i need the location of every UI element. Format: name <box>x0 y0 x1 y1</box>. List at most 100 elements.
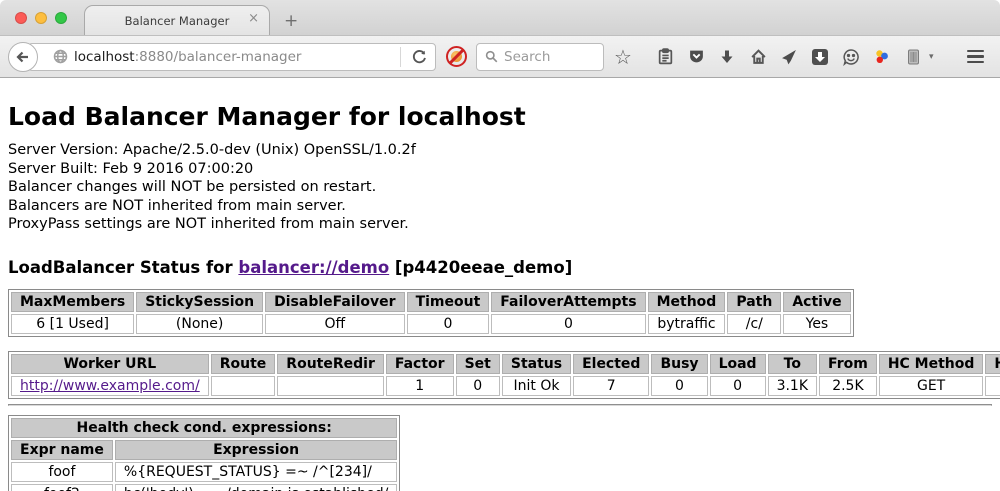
timeout-value: 0 <box>407 314 490 334</box>
expr-name-value: foof2 <box>11 484 113 491</box>
smiley-icon <box>842 48 860 66</box>
column-header: DisableFailover <box>265 292 404 312</box>
url-path: :8880/balancer-manager <box>135 49 302 65</box>
column-header: MaxMembers <box>11 292 134 312</box>
to-value: 3.1K <box>768 376 817 396</box>
colorful-dots-icon <box>873 48 891 66</box>
column-header: Factor <box>386 354 454 374</box>
route-value <box>211 376 276 396</box>
page-title: Load Balancer Manager for localhost <box>8 102 992 131</box>
expr-name-value: foof <box>11 462 113 482</box>
zoom-window-button[interactable] <box>55 12 67 24</box>
column-header: Timeout <box>407 292 490 312</box>
search-placeholder: Search <box>504 49 550 65</box>
server-version-line: Server Version: Apache/2.5.0-dev (Unix) … <box>8 141 992 160</box>
bookmark-star-button[interactable]: ☆ <box>611 45 635 69</box>
downloads-button[interactable] <box>715 45 739 69</box>
worker-status-table: Worker URL Route RouteRedir Factor Set S… <box>8 351 1000 399</box>
page-content: Load Balancer Manager for localhost Serv… <box>0 78 1000 491</box>
busy-value: 0 <box>651 376 707 396</box>
browser-window: Balancer Manager × + localhost:8880/bala… <box>0 0 1000 491</box>
tab-title: Balancer Manager <box>125 14 230 28</box>
balancer-demo-link[interactable]: balancer://demo <box>238 258 389 277</box>
active-value: Yes <box>783 314 850 334</box>
column-header: Busy <box>651 354 707 374</box>
worker-url-cell: http://www.example.com/ <box>11 376 209 396</box>
clipboard-addon-icon <box>905 48 922 66</box>
column-header: Active <box>783 292 850 312</box>
back-button[interactable] <box>8 42 38 72</box>
emoji-addon-button[interactable] <box>839 45 863 69</box>
table-header-row: Worker URL Route RouteRedir Factor Set S… <box>11 354 1000 374</box>
bookmark-star-icon: ☆ <box>614 47 632 67</box>
factor-value: 1 <box>386 376 454 396</box>
download-arrow-icon <box>719 49 735 65</box>
column-header: Elected <box>573 354 649 374</box>
stickysession-value: (None) <box>136 314 263 334</box>
proxypass-warning-line: ProxyPass settings are NOT inherited fro… <box>8 215 992 234</box>
send-tab-button[interactable] <box>777 45 801 69</box>
table-title-row: Health check cond. expressions: <box>11 418 397 438</box>
column-header: Route <box>211 354 276 374</box>
home-button[interactable] <box>746 45 770 69</box>
hc-interval-value: 10 <box>985 376 1000 396</box>
url-separator <box>400 47 401 67</box>
clipboard-addon-button[interactable] <box>901 45 925 69</box>
table-row: 6 [1 Used] (None) Off 0 0 bytraffic /c/ … <box>11 314 851 334</box>
table-header-row: Expr name Expression <box>11 440 397 460</box>
expression-value: hc('body') =~ /domain is established/ <box>115 484 397 491</box>
health-table-title: Health check cond. expressions: <box>11 418 397 438</box>
colorful-dots-addon-button[interactable] <box>870 45 894 69</box>
method-value: bytraffic <box>648 314 726 334</box>
column-header: Expr name <box>11 440 113 460</box>
column-header: Set <box>456 354 500 374</box>
close-window-button[interactable] <box>15 12 27 24</box>
content-blocker-button[interactable] <box>443 45 469 69</box>
tab-balancer-manager[interactable]: Balancer Manager × <box>84 5 270 35</box>
disablefailover-value: Off <box>265 314 404 334</box>
hamburger-icon <box>967 50 984 64</box>
paper-plane-icon <box>781 49 797 65</box>
path-value: /c/ <box>727 314 781 334</box>
load-value: 0 <box>710 376 766 396</box>
home-icon <box>750 48 767 65</box>
worker-url-link[interactable]: http://www.example.com/ <box>20 378 200 394</box>
url-host: localhost <box>74 49 135 65</box>
health-check-table: Health check cond. expressions: Expr nam… <box>8 415 400 491</box>
back-arrow-icon <box>15 49 31 65</box>
column-header: StickySession <box>136 292 263 312</box>
failoverattempts-value: 0 <box>491 314 645 334</box>
overflow-caret-icon[interactable]: ▾ <box>929 52 934 62</box>
globe-icon <box>53 49 68 64</box>
menu-button[interactable] <box>964 45 988 69</box>
column-header: Path <box>727 292 781 312</box>
reading-list-button[interactable] <box>653 45 677 69</box>
search-bar[interactable]: Search <box>476 43 604 71</box>
new-tab-button[interactable]: + <box>284 11 298 31</box>
expression-value: %{REQUEST_STATUS} =~ /^[234]/ <box>115 462 397 482</box>
reload-button[interactable] <box>407 45 431 69</box>
set-value: 0 <box>456 376 500 396</box>
server-info: Server Version: Apache/2.5.0-dev (Unix) … <box>8 141 992 234</box>
balancer-settings-table: MaxMembers StickySession DisableFailover… <box>8 289 854 337</box>
video-download-addon-button[interactable] <box>808 45 832 69</box>
pocket-button[interactable] <box>684 45 708 69</box>
minimize-window-button[interactable] <box>35 12 47 24</box>
status-heading-suffix: [p4420eeae_demo] <box>389 258 572 277</box>
status-value: Init Ok <box>502 376 571 396</box>
url-bar[interactable]: localhost:8880/balancer-manager <box>28 43 436 71</box>
column-header: HC Method <box>879 354 984 374</box>
routeredir-value <box>277 376 384 396</box>
health-expr-row: foof2 hc('body') =~ /domain is establish… <box>11 484 397 491</box>
column-header: RouteRedir <box>277 354 384 374</box>
column-header: Method <box>648 292 726 312</box>
from-value: 2.5K <box>819 376 877 396</box>
reading-list-icon <box>657 48 674 65</box>
column-header: From <box>819 354 877 374</box>
tab-close-icon[interactable]: × <box>248 12 259 26</box>
table-header-row: MaxMembers StickySession DisableFailover… <box>11 292 851 312</box>
persist-warning-line: Balancer changes will NOT be persisted o… <box>8 178 992 197</box>
maxmembers-value: 6 [1 Used] <box>11 314 134 334</box>
elected-value: 7 <box>573 376 649 396</box>
column-header: HC Interval <box>985 354 1000 374</box>
